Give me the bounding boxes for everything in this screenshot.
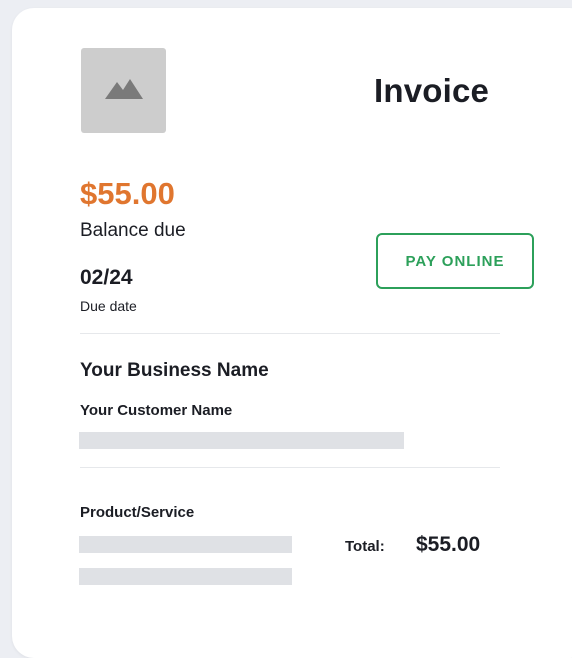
total-value: $55.00 — [416, 533, 481, 556]
customer-address-placeholder — [79, 432, 404, 449]
due-date: 02/24 — [80, 266, 133, 289]
invoice-card: Invoice $55.00 Balance due 02/24 Due dat… — [12, 8, 572, 658]
logo-placeholder — [81, 48, 166, 133]
product-line-placeholder — [79, 536, 292, 553]
divider — [80, 333, 500, 334]
business-name: Your Business Name — [80, 360, 269, 381]
image-placeholder-icon — [104, 77, 143, 104]
invoice-title: Invoice — [374, 72, 490, 109]
divider — [80, 467, 500, 468]
pay-online-button[interactable]: PAY ONLINE — [376, 233, 534, 289]
total-label: Total: — [345, 538, 385, 555]
product-line-placeholder — [79, 568, 292, 585]
balance-amount: $55.00 — [80, 176, 175, 211]
balance-label: Balance due — [80, 220, 186, 241]
due-date-label: Due date — [80, 298, 137, 314]
product-service-label: Product/Service — [80, 504, 195, 521]
customer-name: Your Customer Name — [80, 402, 233, 419]
